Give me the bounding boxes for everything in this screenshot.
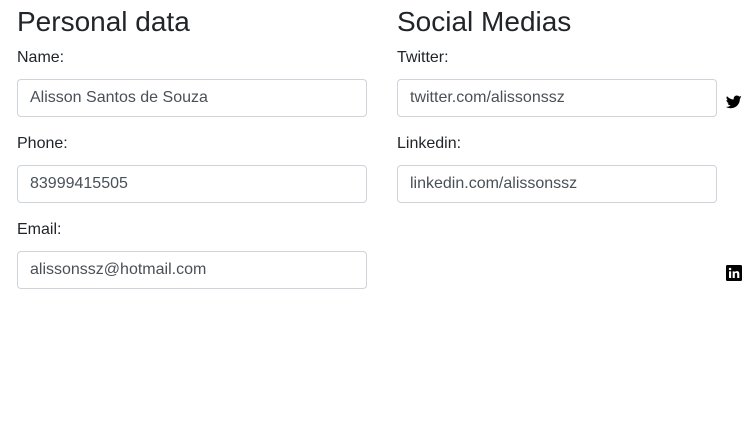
phone-field-group: Phone: bbox=[17, 134, 367, 203]
social-medias-title: Social Medias bbox=[397, 6, 572, 37]
phone-label: Phone: bbox=[17, 135, 68, 152]
linkedin-icon[interactable] bbox=[726, 265, 742, 281]
personal-data-title: Personal data bbox=[17, 6, 190, 37]
email-field-group: Email: bbox=[17, 220, 367, 289]
linkedin-input[interactable] bbox=[397, 165, 717, 203]
email-input[interactable] bbox=[17, 251, 367, 289]
email-label: Email: bbox=[17, 221, 62, 238]
twitter-field-group: Twitter: bbox=[397, 48, 747, 117]
twitter-label: Twitter: bbox=[397, 49, 449, 66]
phone-input[interactable] bbox=[17, 165, 367, 203]
name-label: Name: bbox=[17, 49, 65, 66]
linkedin-field-group: Linkedin: bbox=[397, 134, 747, 281]
twitter-icon[interactable] bbox=[726, 94, 742, 110]
name-input[interactable] bbox=[17, 79, 367, 117]
linkedin-label: Linkedin: bbox=[397, 135, 462, 152]
name-field-group: Name: bbox=[17, 48, 367, 117]
twitter-input[interactable] bbox=[397, 79, 717, 117]
